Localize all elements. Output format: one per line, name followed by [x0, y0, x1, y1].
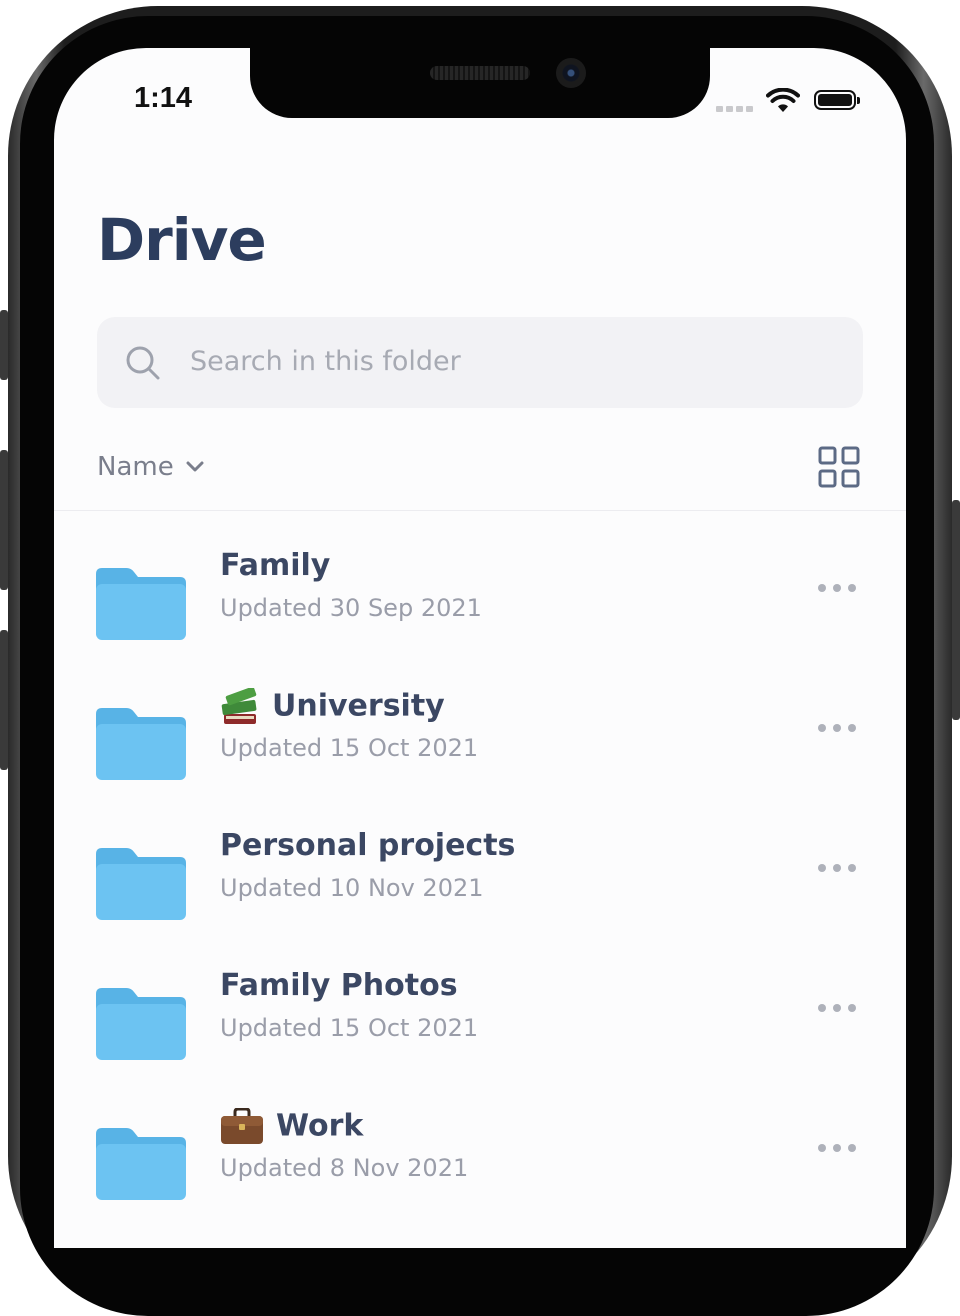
folder-updated: Updated 10 Nov 2021	[220, 874, 484, 902]
search-placeholder: Search in this folder	[190, 346, 461, 377]
more-options-icon[interactable]	[818, 724, 856, 732]
list-divider	[54, 510, 906, 511]
folder-updated: Updated 8 Nov 2021	[220, 1154, 469, 1182]
volume-down-button	[0, 630, 8, 770]
folder-row[interactable]: Work Updated 8 Nov 2021	[54, 1108, 906, 1248]
notch	[250, 48, 710, 118]
folder-icon	[96, 848, 186, 920]
sort-label: Name	[97, 452, 174, 482]
battery-icon	[814, 90, 860, 110]
phone-screen: 1:14 Drive Search in this folder Name Fa…	[54, 48, 906, 1248]
sort-dropdown[interactable]: Name	[97, 452, 204, 482]
books-icon	[221, 688, 257, 724]
more-options-icon[interactable]	[818, 1144, 856, 1152]
more-options-icon[interactable]	[818, 1004, 856, 1012]
folder-row[interactable]: University Updated 15 Oct 2021	[54, 688, 906, 828]
wifi-icon	[766, 88, 800, 112]
folder-icon	[96, 568, 186, 640]
folder-name: Work	[220, 1108, 363, 1146]
folder-row[interactable]: Personal projects Updated 10 Nov 2021	[54, 828, 906, 968]
side-button	[952, 500, 960, 720]
folder-updated: Updated 15 Oct 2021	[220, 734, 479, 762]
folder-name: Family	[220, 548, 331, 583]
more-options-icon[interactable]	[818, 864, 856, 872]
grid-view-icon[interactable]	[818, 446, 860, 488]
folder-row[interactable]: Family Updated 30 Sep 2021	[54, 548, 906, 688]
cellular-signal-icon	[716, 106, 753, 112]
folder-name: University	[220, 688, 445, 726]
briefcase-icon	[221, 1108, 263, 1144]
folder-icon	[96, 1128, 186, 1200]
folder-updated: Updated 15 Oct 2021	[220, 1014, 479, 1042]
folder-icon	[96, 988, 186, 1060]
chevron-down-icon	[186, 461, 204, 472]
front-camera	[556, 58, 586, 88]
folder-updated: Updated 30 Sep 2021	[220, 594, 482, 622]
search-input[interactable]: Search in this folder	[97, 317, 863, 408]
status-time: 1:14	[134, 82, 193, 114]
silent-switch	[0, 310, 8, 380]
folder-name: Personal projects	[220, 828, 516, 863]
page-title: Drive	[97, 206, 267, 274]
volume-up-button	[0, 450, 8, 590]
folder-row[interactable]: Family Photos Updated 15 Oct 2021	[54, 968, 906, 1108]
search-icon	[126, 346, 160, 380]
speaker-grille	[430, 66, 530, 80]
folder-icon	[96, 708, 186, 780]
folder-name: Family Photos	[220, 968, 458, 1003]
more-options-icon[interactable]	[818, 584, 856, 592]
